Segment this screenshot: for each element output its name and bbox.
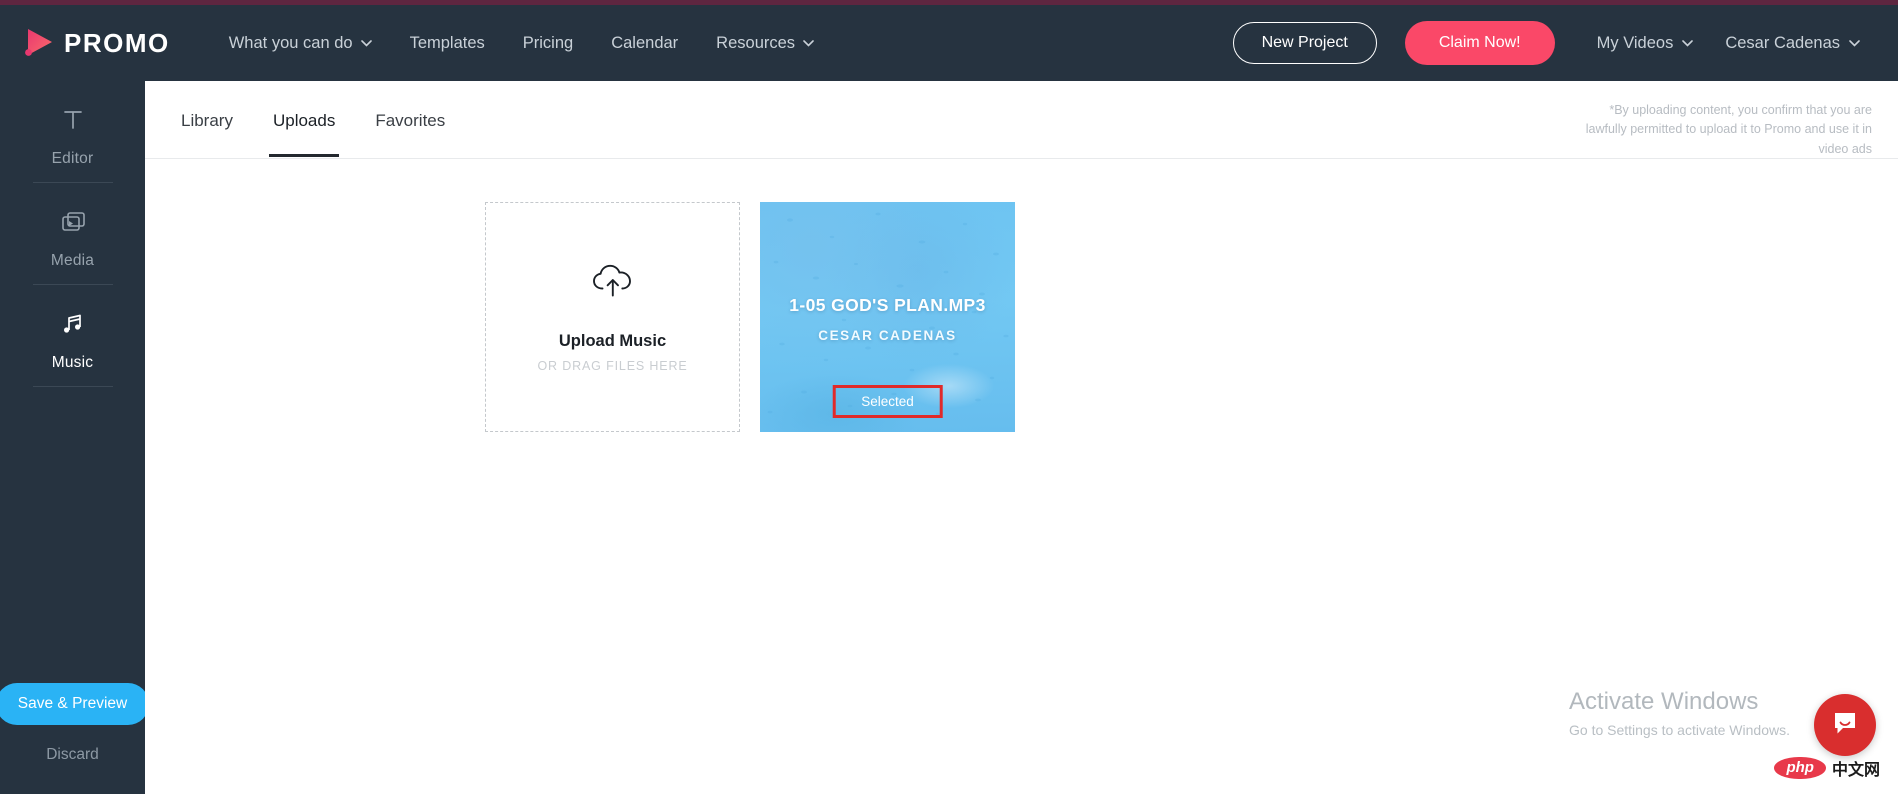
main-content-panel: Library Uploads Favorites *By uploading … xyxy=(145,81,1898,794)
chat-launcher-button[interactable] xyxy=(1814,694,1876,756)
music-card[interactable]: 1-05 GOD'S PLAN.MP3 CESAR CADENAS Select… xyxy=(760,202,1015,432)
text-tool-icon xyxy=(60,103,86,137)
sidebar-item-media[interactable]: Media xyxy=(0,183,145,284)
sidebar-label-media: Media xyxy=(50,252,95,269)
left-sidebar: Editor Media Music Save & Preview Discar… xyxy=(0,81,150,794)
activate-windows-subtitle: Go to Settings to activate Windows. xyxy=(1569,722,1790,738)
activate-windows-title: Activate Windows xyxy=(1569,688,1759,716)
tab-bar: Library Uploads Favorites *By uploading … xyxy=(145,81,1898,159)
save-and-preview-button[interactable]: Save & Preview xyxy=(0,683,150,725)
nav-item-calendar[interactable]: Calendar xyxy=(592,34,697,53)
music-note-icon xyxy=(60,307,86,341)
nav-item-resources[interactable]: Resources xyxy=(697,34,833,53)
primary-nav: What you can do Templates Pricing Calend… xyxy=(210,5,833,81)
tab-uploads[interactable]: Uploads xyxy=(268,83,340,157)
chevron-down-icon xyxy=(803,39,814,47)
cloud-upload-icon xyxy=(590,261,636,308)
tab-library[interactable]: Library xyxy=(177,83,237,157)
upload-music-dropzone[interactable]: Upload Music OR DRAG FILES HERE xyxy=(485,202,740,432)
promo-logo[interactable]: PROMO xyxy=(22,5,170,81)
promo-logo-text: PROMO xyxy=(64,27,170,58)
dropzone-subtitle: OR DRAG FILES HERE xyxy=(537,359,688,373)
sidebar-label-editor: Editor xyxy=(51,150,94,167)
my-videos-label: My Videos xyxy=(1596,33,1674,52)
discard-button[interactable]: Discard xyxy=(46,746,99,764)
top-header-bar: PROMO What you can do Templates Pricing … xyxy=(0,5,1898,81)
nav-label: Resources xyxy=(716,33,796,52)
media-frames-icon xyxy=(59,205,87,239)
header-actions: New Project Claim Now! My Videos Cesar C… xyxy=(1232,5,1898,81)
chat-bubble-icon xyxy=(1830,708,1860,743)
activate-windows-watermark: Activate Windows Go to Settings to activ… xyxy=(1569,688,1790,738)
php-cn-watermark: php 中文网 xyxy=(1774,756,1880,780)
promo-play-logo-icon xyxy=(22,26,56,60)
php-logo: php xyxy=(1774,756,1826,780)
nav-label: Pricing xyxy=(522,33,574,52)
nav-label: Calendar xyxy=(611,33,679,52)
selected-highlight-box: Selected xyxy=(832,385,943,418)
sidebar-label-music: Music xyxy=(51,354,94,371)
tab-favorites[interactable]: Favorites xyxy=(371,83,449,157)
nav-item-templates[interactable]: Templates xyxy=(391,34,504,53)
music-card-text: 1-05 GOD'S PLAN.MP3 CESAR CADENAS xyxy=(760,295,1015,343)
sidebar-divider xyxy=(32,386,113,387)
sidebar-item-music[interactable]: Music xyxy=(0,285,145,386)
nav-label: Templates xyxy=(409,33,485,52)
new-project-button[interactable]: New Project xyxy=(1232,22,1377,64)
php-cn-label: 中文网 xyxy=(1831,762,1880,779)
nav-label: What you can do xyxy=(228,33,353,52)
dropzone-title: Upload Music xyxy=(558,332,667,350)
chevron-down-icon xyxy=(1682,39,1694,47)
sidebar-item-editor[interactable]: Editor xyxy=(0,81,145,182)
upload-disclaimer-text: *By uploading content, you confirm that … xyxy=(1585,103,1872,156)
nav-item-pricing[interactable]: Pricing xyxy=(504,34,592,53)
nav-item-what-you-can-do[interactable]: What you can do xyxy=(210,34,391,53)
music-card-title: 1-05 GOD'S PLAN.MP3 xyxy=(789,295,986,315)
music-card-artist: CESAR CADENAS xyxy=(818,328,957,343)
uploads-grid: Upload Music OR DRAG FILES HERE 1-05 GOD… xyxy=(145,159,1898,432)
my-videos-menu[interactable]: My Videos xyxy=(1581,34,1710,53)
chevron-down-icon xyxy=(360,39,372,47)
account-menu[interactable]: Cesar Cadenas xyxy=(1709,34,1876,53)
account-label: Cesar Cadenas xyxy=(1725,33,1840,52)
chevron-down-icon xyxy=(1849,39,1860,47)
claim-now-button[interactable]: Claim Now! xyxy=(1404,21,1555,65)
sidebar-footer-actions: Save & Preview Discard xyxy=(0,683,150,794)
selected-button[interactable]: Selected xyxy=(841,390,934,413)
